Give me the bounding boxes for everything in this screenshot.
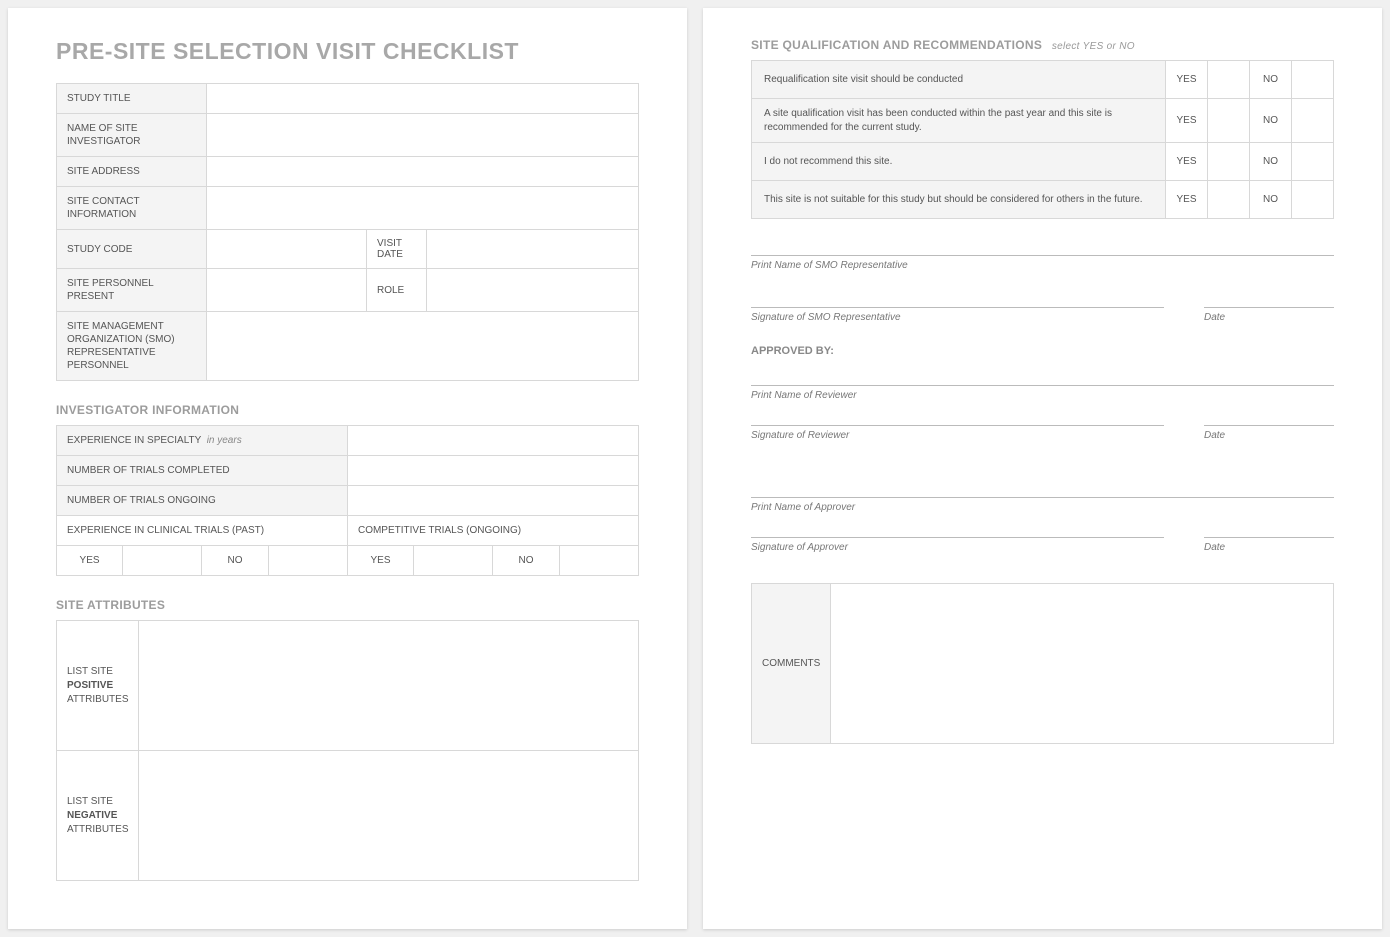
label-role: ROLE xyxy=(367,269,427,312)
heading-qualification: SITE QUALIFICATION AND RECOMMENDATIONS s… xyxy=(751,38,1334,52)
page-right: SITE QUALIFICATION AND RECOMMENDATIONS s… xyxy=(703,8,1382,929)
hint-in-years: in years xyxy=(207,435,242,446)
input-positive-attrs[interactable] xyxy=(139,621,639,751)
label-investigator: NAME OF SITE INVESTIGATOR xyxy=(57,114,207,157)
text-attributes-1: ATTRIBUTES xyxy=(67,694,128,705)
investigator-table: EXPERIENCE IN SPECIALTY in years NUMBER … xyxy=(56,425,639,576)
label-study-title: STUDY TITLE xyxy=(57,84,207,114)
input-investigator[interactable] xyxy=(207,114,639,157)
label-q3-yes: YES xyxy=(1166,181,1208,219)
qual-row-1: A site qualification visit has been cond… xyxy=(752,99,1166,143)
text-list-site-1: LIST SITE xyxy=(67,666,113,677)
text-attributes-2: ATTRIBUTES xyxy=(67,824,128,835)
label-personnel: SITE PERSONNEL PRESENT xyxy=(57,269,207,312)
text-list-site-2: LIST SITE xyxy=(67,796,113,807)
heading-investigator: INVESTIGATOR INFORMATION xyxy=(56,403,639,417)
label-positive-attrs: LIST SITE POSITIVE ATTRIBUTES xyxy=(57,621,139,751)
input-comments[interactable] xyxy=(831,584,1334,744)
label-q2-yes: YES xyxy=(1166,143,1208,181)
input-exp-specialty[interactable] xyxy=(347,426,638,456)
qualification-table: Requalification site visit should be con… xyxy=(751,60,1334,219)
label-q0-yes: YES xyxy=(1166,61,1208,99)
label-q1-yes: YES xyxy=(1166,99,1208,143)
input-q2-yes[interactable] xyxy=(1208,143,1250,181)
input-visit-date[interactable] xyxy=(427,230,639,269)
text-positive: POSITIVE xyxy=(67,680,113,691)
label-study-code: STUDY CODE xyxy=(57,230,207,269)
label-ongoing-yes: YES xyxy=(347,546,413,576)
signature-block-reviewer: Print Name of Reviewer Signature of Revi… xyxy=(751,385,1334,441)
input-negative-attrs[interactable] xyxy=(139,751,639,881)
label-comments: COMMENTS xyxy=(752,584,831,744)
label-competitive: COMPETITIVE TRIALS (ONGOING) xyxy=(347,516,638,546)
label-past-yes: YES xyxy=(57,546,123,576)
input-past-yes[interactable] xyxy=(123,546,202,576)
document-spread: PRE-SITE SELECTION VISIT CHECKLIST STUDY… xyxy=(8,8,1382,929)
input-study-title[interactable] xyxy=(207,84,639,114)
heading-approved-by: APPROVED BY: xyxy=(751,345,1334,357)
reviewer-date-line[interactable]: Date xyxy=(1204,425,1334,441)
label-site-address: SITE ADDRESS xyxy=(57,157,207,187)
approver-signature-line[interactable]: Signature of Approver xyxy=(751,537,1164,553)
label-q2-no: NO xyxy=(1250,143,1292,181)
input-q1-no[interactable] xyxy=(1292,99,1334,143)
input-ongoing-no[interactable] xyxy=(559,546,638,576)
label-smo: SITE MANAGEMENT ORGANIZATION (SMO) REPRE… xyxy=(57,312,207,381)
label-q1-no: NO xyxy=(1250,99,1292,143)
signature-block-approver: Print Name of Approver Signature of Appr… xyxy=(751,497,1334,553)
comments-table: COMMENTS xyxy=(751,583,1334,744)
input-role[interactable] xyxy=(427,269,639,312)
label-q0-no: NO xyxy=(1250,61,1292,99)
heading-attributes: SITE ATTRIBUTES xyxy=(56,598,639,612)
input-q0-no[interactable] xyxy=(1292,61,1334,99)
input-q0-yes[interactable] xyxy=(1208,61,1250,99)
input-q3-no[interactable] xyxy=(1292,181,1334,219)
header-table: STUDY TITLE NAME OF SITE INVESTIGATOR SI… xyxy=(56,83,639,381)
input-q1-yes[interactable] xyxy=(1208,99,1250,143)
input-past-no[interactable] xyxy=(268,546,347,576)
approver-print-name-line[interactable]: Print Name of Approver xyxy=(751,497,1334,513)
input-smo[interactable] xyxy=(207,312,639,381)
label-trials-ongoing: NUMBER OF TRIALS ONGOING xyxy=(57,486,348,516)
page-title: PRE-SITE SELECTION VISIT CHECKLIST xyxy=(56,38,639,65)
input-personnel[interactable] xyxy=(207,269,367,312)
label-q3-no: NO xyxy=(1250,181,1292,219)
input-q2-no[interactable] xyxy=(1292,143,1334,181)
label-negative-attrs: LIST SITE NEGATIVE ATTRIBUTES xyxy=(57,751,139,881)
input-site-contact[interactable] xyxy=(207,187,639,230)
attributes-table: LIST SITE POSITIVE ATTRIBUTES LIST SITE … xyxy=(56,620,639,881)
input-trials-ongoing[interactable] xyxy=(347,486,638,516)
reviewer-signature-line[interactable]: Signature of Reviewer xyxy=(751,425,1164,441)
page-left: PRE-SITE SELECTION VISIT CHECKLIST STUDY… xyxy=(8,8,687,929)
input-study-code[interactable] xyxy=(207,230,367,269)
input-ongoing-yes[interactable] xyxy=(414,546,493,576)
label-exp-specialty: EXPERIENCE IN SPECIALTY in years xyxy=(57,426,348,456)
text-exp-specialty: EXPERIENCE IN SPECIALTY xyxy=(67,435,201,446)
input-trials-completed[interactable] xyxy=(347,456,638,486)
label-ongoing-no: NO xyxy=(493,546,559,576)
text-negative: NEGATIVE xyxy=(67,810,117,821)
label-exp-clinical: EXPERIENCE IN CLINICAL TRIALS (PAST) xyxy=(57,516,348,546)
qual-row-3: This site is not suitable for this study… xyxy=(752,181,1166,219)
smo-print-name-line[interactable]: Print Name of SMO Representative xyxy=(751,255,1334,271)
label-site-contact: SITE CONTACT INFORMATION xyxy=(57,187,207,230)
label-visit-date: VISIT DATE xyxy=(367,230,427,269)
smo-signature-line[interactable]: Signature of SMO Representative xyxy=(751,307,1164,323)
qual-row-0: Requalification site visit should be con… xyxy=(752,61,1166,99)
reviewer-print-name-line[interactable]: Print Name of Reviewer xyxy=(751,385,1334,401)
hint-select-yesno: select YES or NO xyxy=(1052,41,1135,52)
signature-block-smo: Print Name of SMO Representative Signatu… xyxy=(751,255,1334,323)
smo-date-line[interactable]: Date xyxy=(1204,307,1334,323)
input-q3-yes[interactable] xyxy=(1208,181,1250,219)
label-past-no: NO xyxy=(202,546,268,576)
text-qualification: SITE QUALIFICATION AND RECOMMENDATIONS xyxy=(751,38,1042,52)
input-site-address[interactable] xyxy=(207,157,639,187)
approver-date-line[interactable]: Date xyxy=(1204,537,1334,553)
qual-row-2: I do not recommend this site. xyxy=(752,143,1166,181)
label-trials-completed: NUMBER OF TRIALS COMPLETED xyxy=(57,456,348,486)
